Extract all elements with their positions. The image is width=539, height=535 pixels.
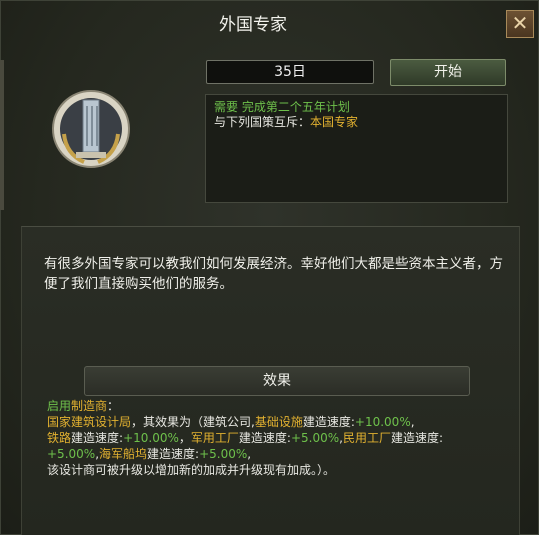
- effect-text: 建造速度:: [238, 431, 291, 445]
- effects-line: 铁路建造速度:+10.00%，军用工厂建造速度:+5.00%,民用工厂建造速度:: [47, 430, 517, 446]
- effects-line: +5.00%,海军船坞建造速度:+5.00%,: [47, 446, 517, 462]
- days-field: 35日: [206, 60, 374, 84]
- effects-line: 该设计商可被升级以增加新的加成并升级现有加成。）。: [47, 462, 517, 478]
- effect-text: ，其效果为（建筑公司,: [131, 415, 255, 429]
- effect-value: +10.00%: [354, 415, 411, 429]
- requirements-box: 需要 完成第二个五年计划 与下列国策互斥：本国专家: [205, 94, 508, 203]
- effects-header: 效果: [84, 366, 470, 396]
- effect-text: ，: [178, 431, 191, 445]
- effect-keyword: 基础设施: [254, 415, 303, 429]
- building-laurel-emblem-icon: [50, 88, 132, 170]
- effects-line: 启用制造商：: [47, 398, 517, 414]
- prerequisite-prefix: 需要: [214, 100, 239, 114]
- effect-text: ,: [247, 447, 252, 461]
- close-icon: ✕: [511, 11, 529, 35]
- window-edge: [0, 60, 4, 210]
- prerequisite-value: 完成第二个五年计划: [241, 100, 350, 114]
- effect-text: ：: [107, 399, 120, 413]
- effect-value: +5.00%: [199, 447, 248, 461]
- effect-text: 建造速度:: [71, 431, 124, 445]
- effect-text: 建造速度:: [390, 431, 444, 445]
- effect-keyword: 制造商: [71, 399, 108, 413]
- effect-keyword: 海军船坞: [99, 447, 148, 461]
- effect-keyword: 国家建筑设计局: [47, 415, 132, 429]
- effect-text: 该设计商可被升级以增加新的加成并升级现有加成。）。: [47, 463, 336, 477]
- focus-description: 有很多外国专家可以教我们如何发展经济。幸好他们大都是些资本主义者，方便了我们直接…: [44, 256, 503, 292]
- effect-keyword: 军用工厂: [190, 431, 239, 445]
- effect-text: 建造速度:: [147, 447, 200, 461]
- effect-value: +5.00%: [290, 431, 340, 445]
- effect-value: +10.00%: [123, 431, 179, 445]
- effects-text: 启用制造商： 国家建筑设计局，其效果为（建筑公司,基础设施建造速度:+10.00…: [47, 398, 517, 478]
- effect-value: +5.00%: [47, 447, 96, 461]
- prerequisite-line: 需要 完成第二个五年计划: [214, 100, 499, 115]
- exclusive-value: 本国专家: [310, 115, 359, 129]
- effect-keyword: 铁路: [47, 431, 72, 445]
- effect-text: 启用: [47, 399, 72, 413]
- exclusive-prefix: 与下列国策互斥：: [214, 115, 311, 129]
- start-button[interactable]: 开始: [390, 59, 506, 86]
- effect-text: ,: [410, 415, 415, 429]
- close-button[interactable]: ✕: [506, 10, 534, 38]
- effect-text: 建造速度:: [302, 415, 355, 429]
- exclusive-line: 与下列国策互斥：本国专家: [214, 115, 499, 130]
- effects-line: 国家建筑设计局，其效果为（建筑公司,基础设施建造速度:+10.00%,: [47, 414, 517, 430]
- effect-keyword: 民用工厂: [342, 431, 391, 445]
- window-title: 外国专家: [219, 15, 287, 35]
